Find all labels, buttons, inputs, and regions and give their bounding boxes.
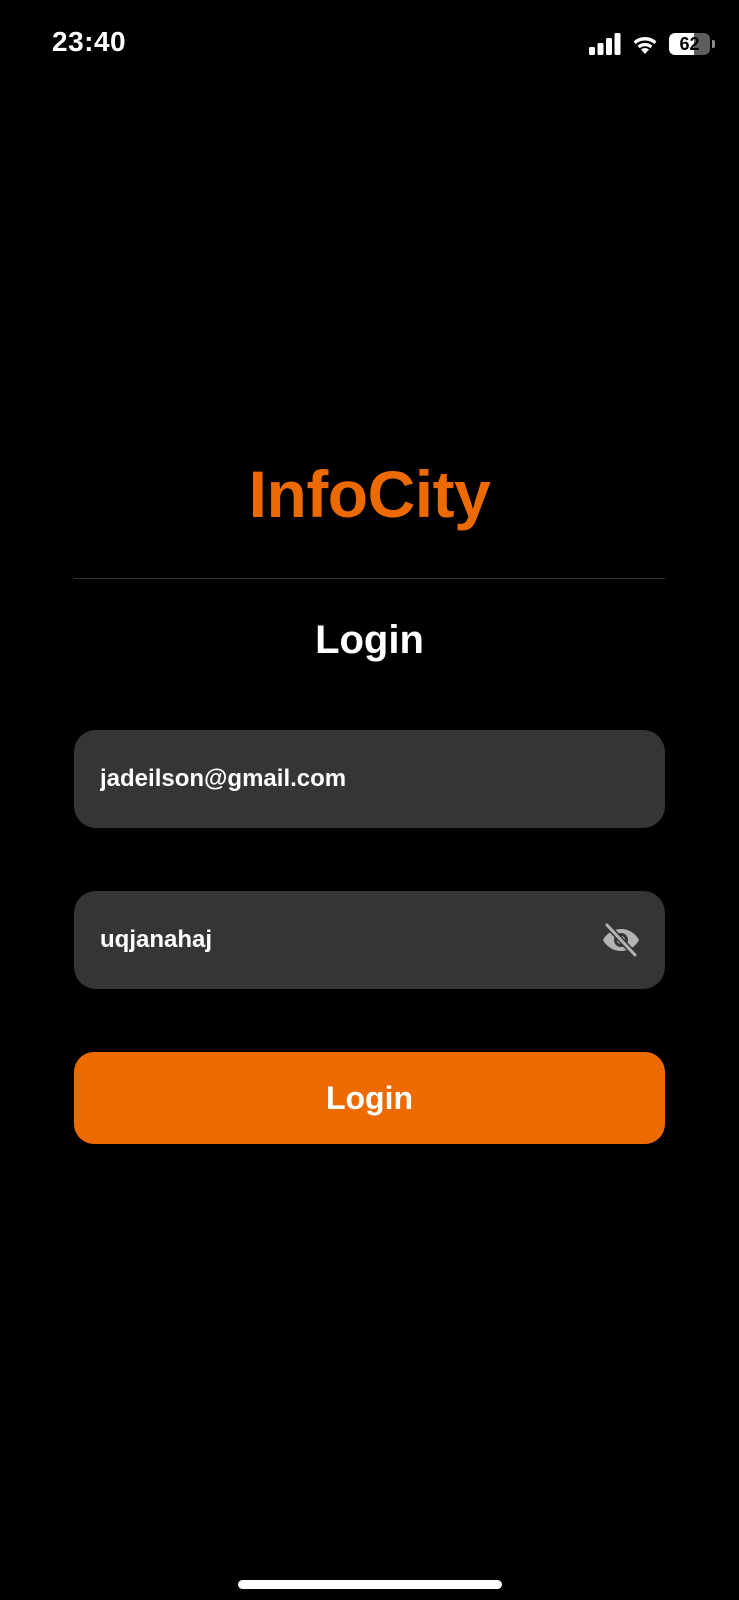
divider [74, 578, 665, 579]
wifi-icon [633, 37, 657, 54]
login-button[interactable]: Login [74, 1052, 665, 1144]
email-field[interactable]: jadeilson@gmail.com [74, 730, 665, 828]
status-icons: 62 [589, 30, 715, 58]
page-title: Login [315, 618, 424, 662]
battery-icon: 62 [669, 33, 715, 55]
password-field[interactable]: uqjanahaj [74, 891, 665, 989]
email-value: jadeilson@gmail.com [100, 765, 347, 792]
signal-icon [589, 33, 621, 55]
app-logo-text: InfoCity [248, 457, 491, 531]
eye-slash-icon[interactable] [601, 920, 641, 960]
home-indicator[interactable] [238, 1580, 502, 1589]
battery-level: 62 [679, 34, 700, 54]
status-time: 23:40 [52, 26, 127, 57]
status-bar: 23:40 62 [0, 0, 739, 90]
password-value: uqjanahaj [100, 926, 213, 953]
